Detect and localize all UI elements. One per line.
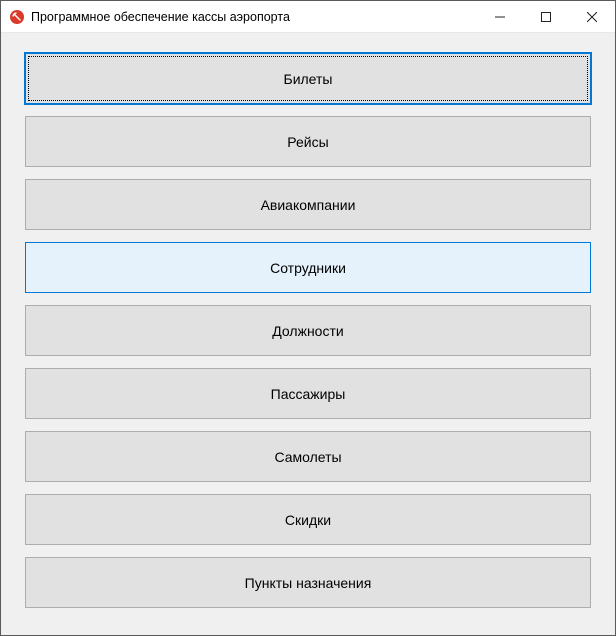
window-title: Программное обеспечение кассы аэропорта — [31, 10, 477, 24]
button-label: Пассажиры — [271, 386, 346, 402]
button-label: Скидки — [285, 512, 331, 528]
aircraft-button[interactable]: Самолеты — [25, 431, 591, 482]
button-label: Должности — [272, 323, 343, 339]
button-label: Рейсы — [287, 134, 328, 150]
button-label: Сотрудники — [270, 260, 346, 276]
minimize-button[interactable] — [477, 1, 523, 32]
button-label: Самолеты — [274, 449, 341, 465]
window-controls — [477, 1, 615, 32]
passengers-button[interactable]: Пассажиры — [25, 368, 591, 419]
flights-button[interactable]: Рейсы — [25, 116, 591, 167]
app-window: Программное обеспечение кассы аэропорта … — [0, 0, 616, 636]
tickets-button[interactable]: Билеты — [25, 53, 591, 104]
maximize-button[interactable] — [523, 1, 569, 32]
destinations-button[interactable]: Пункты назначения — [25, 557, 591, 608]
titlebar: Программное обеспечение кассы аэропорта — [1, 1, 615, 33]
airlines-button[interactable]: Авиакомпании — [25, 179, 591, 230]
main-menu: Билеты Рейсы Авиакомпании Сотрудники Дол… — [1, 33, 615, 635]
employees-button[interactable]: Сотрудники — [25, 242, 591, 293]
app-icon — [9, 9, 25, 25]
positions-button[interactable]: Должности — [25, 305, 591, 356]
close-button[interactable] — [569, 1, 615, 32]
button-label: Пункты назначения — [245, 575, 372, 591]
discounts-button[interactable]: Скидки — [25, 494, 591, 545]
button-label: Авиакомпании — [261, 197, 356, 213]
button-label: Билеты — [284, 71, 333, 87]
